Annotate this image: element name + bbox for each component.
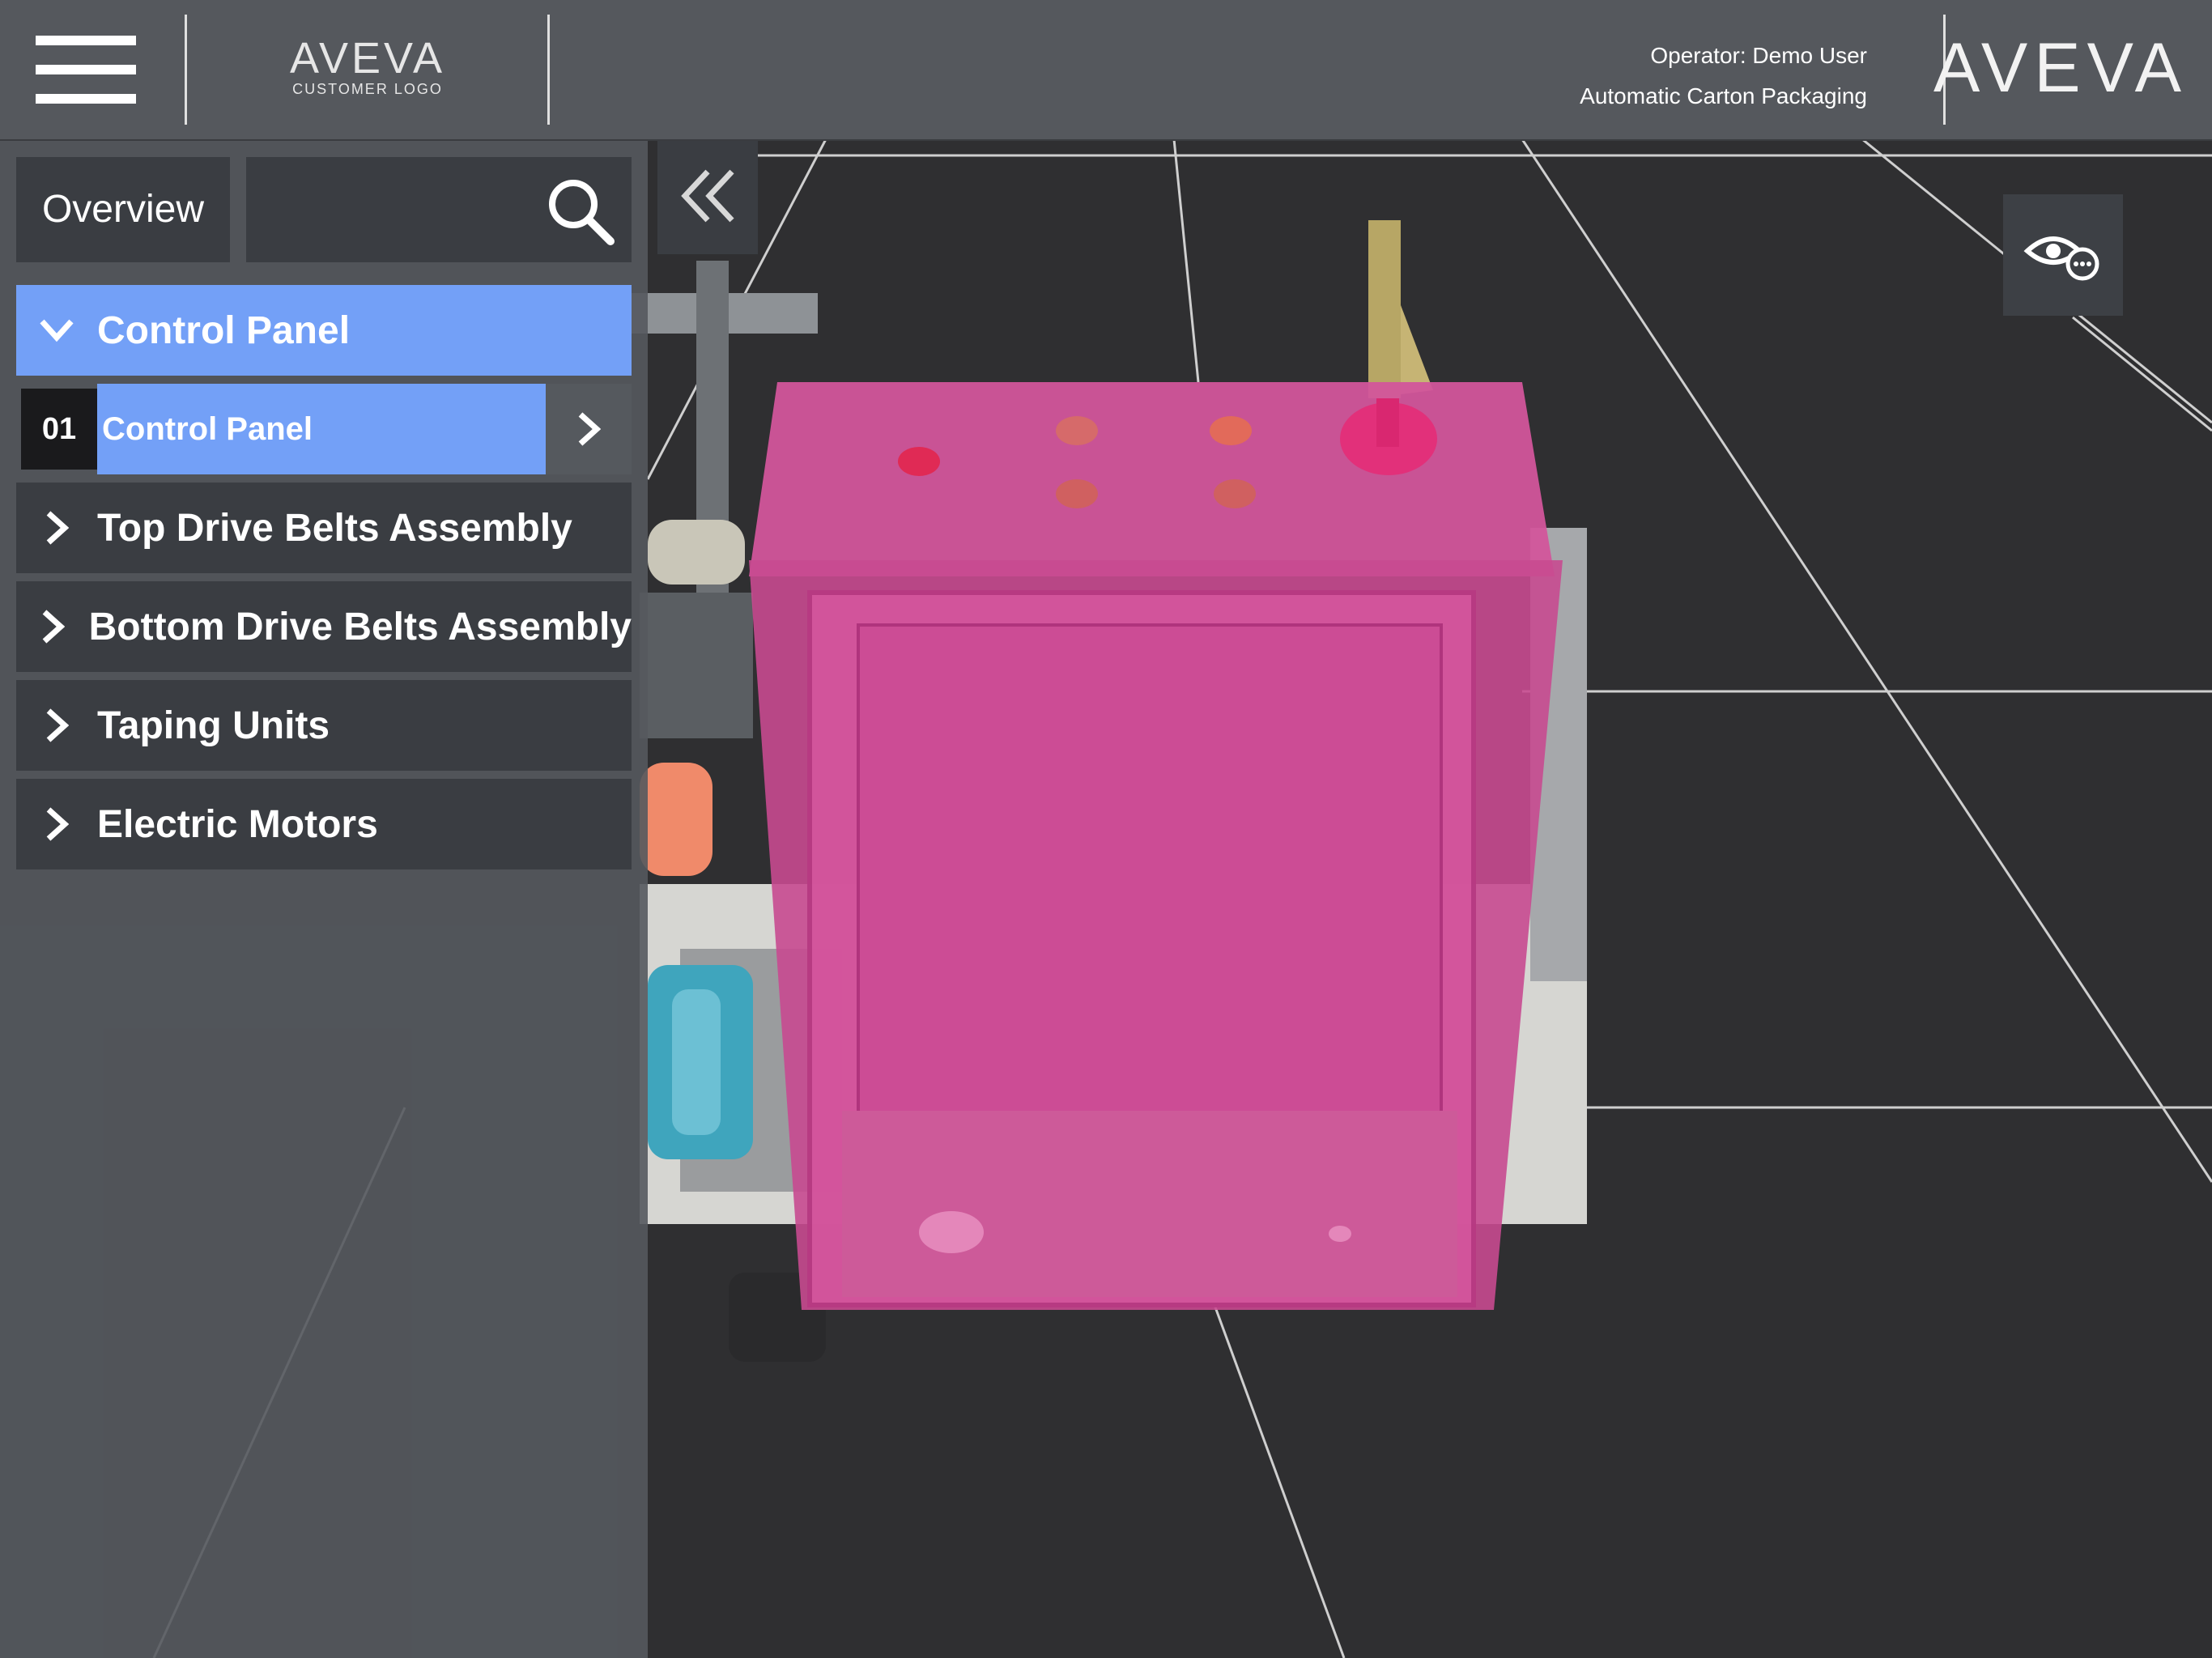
chevron-right-icon[interactable] (16, 581, 89, 672)
chevron-right-icon[interactable] (16, 680, 97, 771)
tree-item-label: Bottom Drive Belts Assembly (88, 605, 632, 648)
search-icon[interactable] (544, 175, 617, 248)
tree-item-label: Electric Motors (97, 802, 378, 846)
process-name: Automatic Carton Packaging (1580, 83, 1867, 108)
chevron-right-icon[interactable] (16, 483, 97, 573)
tree-subitem-control-panel[interactable]: 01 Control Panel (16, 384, 632, 474)
double-chevron-left-icon (657, 169, 758, 257)
customer-logo-word: AVEVA (289, 34, 446, 83)
subitem-label: Control Panel (97, 384, 546, 474)
tree-item-taping-units[interactable]: Taping Units (16, 680, 632, 771)
subitem-number: 01 (21, 389, 97, 470)
control-panel-model[interactable] (749, 382, 1563, 1310)
view-options-button[interactable] (2003, 194, 2123, 316)
chevron-right-icon[interactable] (16, 779, 97, 869)
asset-tree: Control Panel 01 Control Panel Top Drive… (16, 285, 632, 878)
tree-item-label: Top Drive Belts Assembly (97, 506, 572, 550)
hamburger-menu-icon[interactable] (36, 32, 136, 105)
tree-item-bottom-drive-belts-assembly[interactable]: Bottom Drive Belts Assembly (16, 581, 632, 672)
divider (547, 15, 550, 125)
search-input[interactable] (262, 173, 541, 248)
chevron-down-icon[interactable] (16, 285, 97, 376)
operator-info: Operator: Demo User Automatic Carton Pac… (1580, 36, 1867, 117)
customer-logo-caption: CUSTOMER LOGO (292, 81, 443, 97)
divider (185, 15, 187, 125)
asset-navigation-panel: Overview Control Panel 01 Control Panel (0, 139, 648, 1658)
tree-item-control-panel[interactable]: Control Panel (16, 285, 632, 376)
tree-item-label: Control Panel (97, 308, 351, 352)
tree-item-label: Taping Units (97, 704, 330, 747)
chevron-right-icon[interactable] (546, 384, 632, 474)
overview-button[interactable]: Overview (16, 157, 230, 262)
customer-logo: AVEVA CUSTOMER LOGO (283, 36, 452, 97)
collapse-panel-button[interactable] (657, 139, 758, 254)
search-box (246, 157, 632, 262)
eye-options-icon (2003, 236, 2123, 319)
aveva-logo: AVEVA (1933, 29, 2188, 107)
top-bar: AVEVA CUSTOMER LOGO Operator: Demo User … (0, 0, 2212, 141)
tree-item-top-drive-belts-assembly[interactable]: Top Drive Belts Assembly (16, 483, 632, 573)
tree-item-electric-motors[interactable]: Electric Motors (16, 779, 632, 869)
operator-name: Operator: Demo User (1650, 43, 1867, 68)
